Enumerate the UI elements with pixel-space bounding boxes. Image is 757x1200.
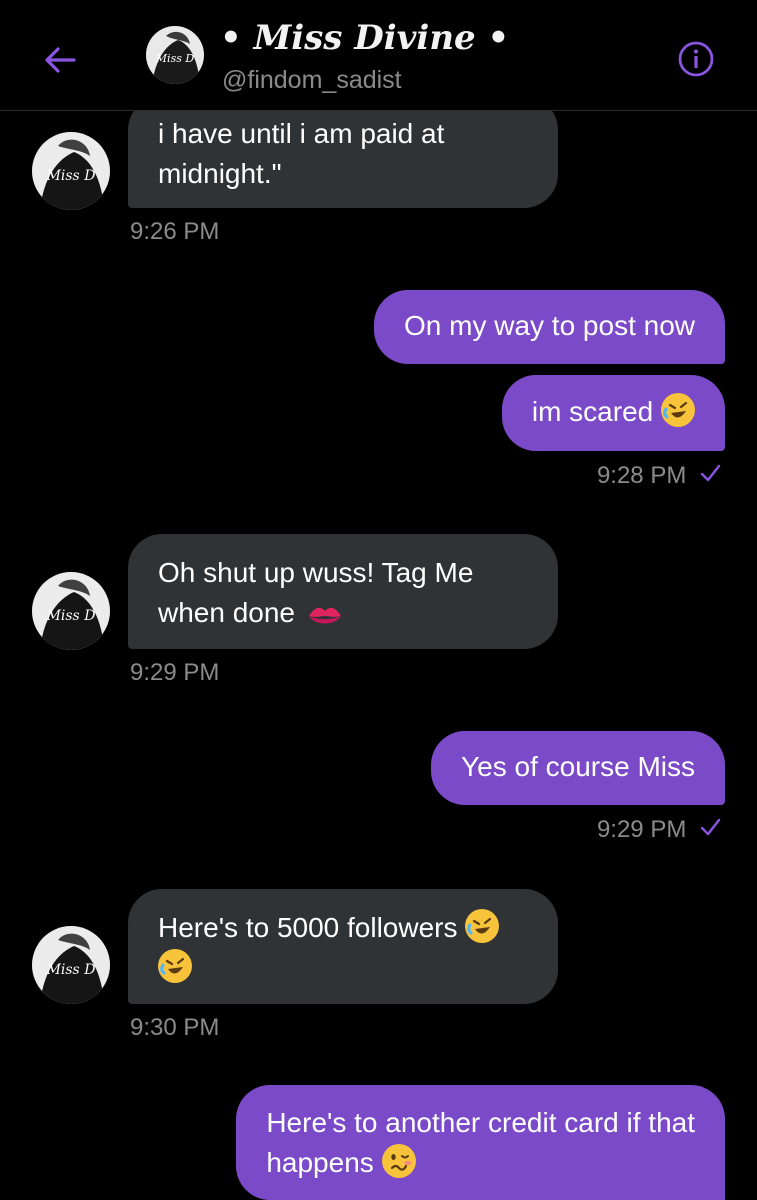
svg-text:Miss D: Miss D [155,52,195,65]
message-timestamp: 9:28 PM [597,462,721,491]
contact-avatar[interactable]: Miss D [146,26,204,84]
message-text: On my way to post now [403,310,695,341]
kiss-mark-icon [303,600,341,628]
svg-text:Miss D: Miss D [46,608,96,624]
woozy-face-icon [381,1144,416,1178]
message-text-line [158,948,528,988]
back-arrow-icon[interactable] [40,40,80,80]
outgoing-message[interactable]: im scared [501,375,725,451]
message-text: im scared [531,396,654,427]
outgoing-message[interactable]: Here's to another credit card if that ha… [236,1085,725,1200]
incoming-message[interactable]: Oh shut up wuss! Tag Me when done [128,534,558,649]
message-text: Yes of course Miss [461,751,695,782]
sent-check-icon [699,462,721,491]
contact-name: • Miss Divine • [220,18,510,58]
timestamp-text: 9:28 PM [596,462,687,489]
message-text-line: when done [158,593,528,633]
rolling-on-floor-laughing-icon [465,909,500,943]
message-text-line: happens [266,1143,695,1183]
message-text-line: i have until i am paid at [158,118,445,149]
message-text: when done [158,597,296,628]
incoming-message[interactable]: i have until i am paid at midnight." [128,96,558,208]
message-timestamp: 9:29 PM [597,816,721,845]
outgoing-message[interactable]: On my way to post now [373,290,725,364]
message-text-line: midnight." [158,158,282,189]
rolling-on-floor-laughing-icon [158,949,192,983]
conversation-header: Miss D • Miss Divine • @findom_sadist [0,0,757,111]
message-text: happens [266,1147,374,1178]
message-text: Here's to 5000 followers [158,912,458,943]
sent-check-icon [699,816,721,845]
rolling-on-floor-laughing-icon [661,393,695,427]
message-text-line: Here's to another credit card if that [266,1107,695,1138]
sender-avatar[interactable]: Miss D [32,926,110,1004]
svg-text:Miss D: Miss D [46,962,96,978]
sender-avatar[interactable]: Miss D [32,572,110,650]
sender-avatar[interactable]: Miss D [32,132,110,210]
timestamp-text: 9:29 PM [596,816,687,843]
message-text-line: Oh shut up wuss! Tag Me [158,557,474,588]
message-text-line: Here's to 5000 followers [158,908,528,948]
message-timestamp: 9:29 PM [130,659,220,686]
contact-handle: @findom_sadist [222,66,402,94]
svg-text:Miss D: Miss D [46,168,96,184]
message-timestamp: 9:30 PM [130,1014,220,1041]
message-timestamp: 9:26 PM [130,218,220,245]
outgoing-message[interactable]: Yes of course Miss [431,731,725,805]
incoming-message[interactable]: Here's to 5000 followers [128,889,558,1004]
info-icon[interactable] [677,40,715,78]
